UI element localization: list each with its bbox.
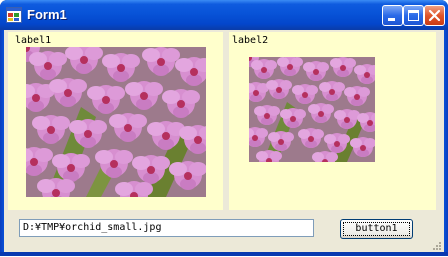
app-window: Form1 label1 label2 D:¥TMP¥orchid_small.… (0, 0, 448, 256)
left-panel: label1 (8, 32, 223, 210)
app-icon[interactable] (6, 7, 22, 23)
window-frame-right (444, 30, 448, 256)
maximize-icon (408, 10, 419, 21)
window-frame-bottom (0, 252, 448, 256)
orchid-image-small (249, 57, 375, 162)
label2: label2 (232, 35, 269, 46)
close-icon (428, 9, 441, 22)
right-panel: label2 (229, 32, 436, 210)
label1: label1 (15, 35, 52, 46)
minimize-icon (388, 18, 395, 21)
orchid-image-large (26, 47, 206, 197)
button1[interactable]: button1 (340, 219, 413, 239)
resize-grip-icon[interactable] (430, 238, 442, 250)
maximize-button[interactable] (403, 5, 424, 26)
minimize-button[interactable] (382, 5, 403, 26)
window-title: Form1 (27, 7, 67, 22)
file-path-input[interactable]: D:¥TMP¥orchid_small.jpg (19, 219, 314, 237)
title-bar[interactable]: Form1 (0, 0, 448, 30)
close-button[interactable] (424, 5, 445, 26)
